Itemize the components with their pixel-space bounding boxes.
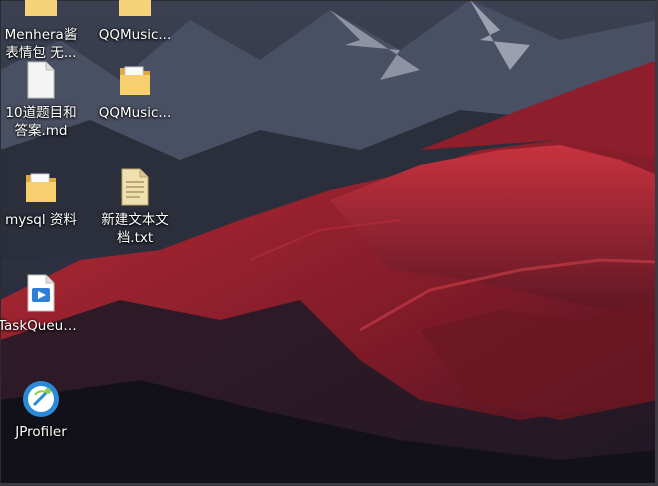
desktop-icon-label: 新建文本文档.txt — [101, 212, 169, 246]
text-file-icon — [115, 167, 155, 207]
desktop-icon-newtxt[interactable]: 新建文本文档.txt — [92, 167, 178, 247]
desktop-icon-label: QQMusic... — [98, 27, 172, 43]
desktop-icon-label: QQMusic... — [98, 105, 172, 121]
document-icon — [21, 60, 61, 100]
desktop-icon-label: mysql 资料 — [5, 212, 77, 228]
folder-icon — [21, 0, 61, 22]
desktop: Menhera酱表情包 无... QQMusic... 10道题目和答案.md … — [0, 0, 658, 486]
desktop-icon-qqmusic[interactable]: QQMusic... — [92, 60, 178, 122]
desktop-icon-menhera[interactable]: Menhera酱表情包 无... — [0, 0, 84, 62]
jprofiler-icon — [21, 379, 61, 419]
folder-icon — [115, 0, 155, 22]
desktop-icon-taskqueue[interactable]: TaskQueue... — [0, 273, 84, 335]
desktop-icon-label: Menhera酱表情包 无... — [4, 27, 78, 61]
desktop-icon-mysql[interactable]: mysql 资料 — [0, 167, 84, 229]
desktop-icon-jprofiler[interactable]: JProfiler — [0, 379, 84, 441]
desktop-icon-label: 10道题目和答案.md — [5, 105, 77, 139]
desktop-icon-qqmusic-top[interactable]: QQMusic... — [92, 0, 178, 44]
folder-icon — [115, 60, 155, 100]
desktop-icon-readme[interactable]: 10道题目和答案.md — [0, 60, 84, 140]
desktop-icon-label: TaskQueue... — [0, 318, 84, 334]
desktop-icon-label: JProfiler — [15, 424, 67, 440]
video-file-icon — [21, 273, 61, 313]
folder-icon — [21, 167, 61, 207]
